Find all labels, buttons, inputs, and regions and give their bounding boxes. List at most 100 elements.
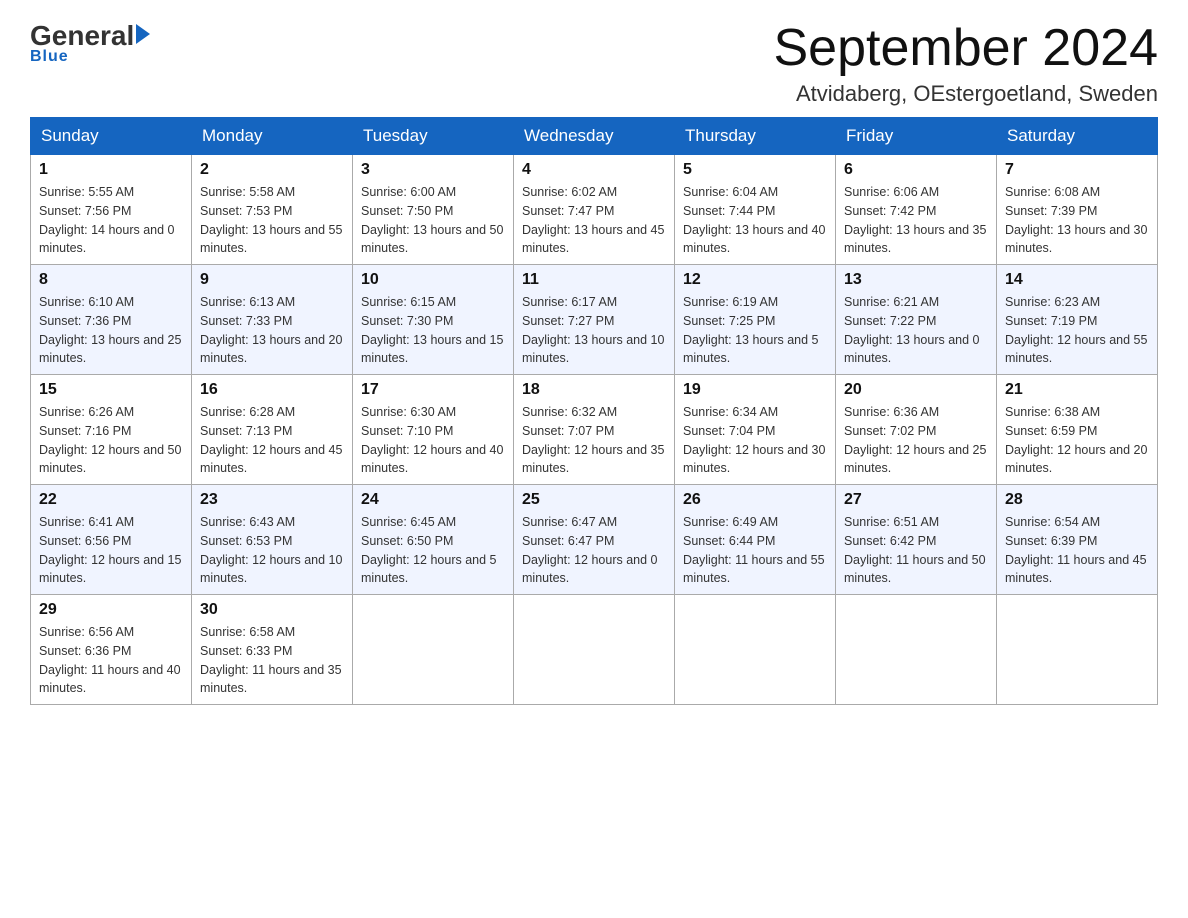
day-info: Sunrise: 6:36 AMSunset: 7:02 PMDaylight:…	[844, 403, 988, 478]
day-number: 20	[844, 381, 988, 399]
calendar-cell: 26Sunrise: 6:49 AMSunset: 6:44 PMDayligh…	[675, 485, 836, 595]
calendar-cell: 15 Sunrise: 6:26 AMSunset: 7:16 PMDayligh…	[31, 375, 192, 485]
day-info: Sunrise: 6:19 AMSunset: 7:25 PMDaylight:…	[683, 293, 827, 368]
calendar-table: Sunday Monday Tuesday Wednesday Thursday…	[30, 117, 1158, 705]
col-friday: Friday	[836, 118, 997, 155]
day-info: Sunrise: 5:58 AMSunset: 7:53 PMDaylight:…	[200, 183, 344, 258]
calendar-cell: 16 Sunrise: 6:28 AMSunset: 7:13 PMDayligh…	[192, 375, 353, 485]
calendar-cell	[353, 595, 514, 705]
day-number: 15	[39, 381, 183, 399]
calendar-cell: 6 Sunrise: 6:06 AMSunset: 7:42 PMDaylight…	[836, 155, 997, 265]
location-title: Atvidaberg, OEstergoetland, Sweden	[774, 81, 1159, 107]
calendar-cell: 2 Sunrise: 5:58 AMSunset: 7:53 PMDaylight…	[192, 155, 353, 265]
week-row-1: 1 Sunrise: 5:55 AMSunset: 7:56 PMDaylight…	[31, 155, 1158, 265]
calendar-cell: 20 Sunrise: 6:36 AMSunset: 7:02 PMDayligh…	[836, 375, 997, 485]
calendar-cell: 8 Sunrise: 6:10 AMSunset: 7:36 PMDaylight…	[31, 265, 192, 375]
calendar-cell: 14Sunrise: 6:23 AMSunset: 7:19 PMDayligh…	[997, 265, 1158, 375]
day-info: Sunrise: 6:32 AMSunset: 7:07 PMDaylight:…	[522, 403, 666, 478]
day-info: Sunrise: 6:00 AMSunset: 7:50 PMDaylight:…	[361, 183, 505, 258]
calendar-cell: 11 Sunrise: 6:17 AMSunset: 7:27 PMDayligh…	[514, 265, 675, 375]
day-info: Sunrise: 6:02 AMSunset: 7:47 PMDaylight:…	[522, 183, 666, 258]
calendar-cell: 27 Sunrise: 6:51 AMSunset: 6:42 PMDayligh…	[836, 485, 997, 595]
calendar-cell: 7Sunrise: 6:08 AMSunset: 7:39 PMDaylight…	[997, 155, 1158, 265]
day-number: 9	[200, 271, 344, 289]
day-info: Sunrise: 6:26 AMSunset: 7:16 PMDaylight:…	[39, 403, 183, 478]
day-number: 7	[1005, 161, 1149, 179]
day-number: 8	[39, 271, 183, 289]
day-info: Sunrise: 6:47 AMSunset: 6:47 PMDaylight:…	[522, 513, 666, 588]
calendar-cell	[675, 595, 836, 705]
day-number: 27	[844, 491, 988, 509]
day-info: Sunrise: 6:17 AMSunset: 7:27 PMDaylight:…	[522, 293, 666, 368]
calendar-cell: 4 Sunrise: 6:02 AMSunset: 7:47 PMDaylight…	[514, 155, 675, 265]
calendar-cell: 13 Sunrise: 6:21 AMSunset: 7:22 PMDayligh…	[836, 265, 997, 375]
day-info: Sunrise: 6:15 AMSunset: 7:30 PMDaylight:…	[361, 293, 505, 368]
day-number: 17	[361, 381, 505, 399]
calendar-cell	[514, 595, 675, 705]
day-number: 10	[361, 271, 505, 289]
day-number: 2	[200, 161, 344, 179]
day-info: Sunrise: 6:30 AMSunset: 7:10 PMDaylight:…	[361, 403, 505, 478]
day-number: 5	[683, 161, 827, 179]
day-number: 19	[683, 381, 827, 399]
calendar-cell: 30Sunrise: 6:58 AMSunset: 6:33 PMDayligh…	[192, 595, 353, 705]
col-saturday: Saturday	[997, 118, 1158, 155]
calendar-cell: 10 Sunrise: 6:15 AMSunset: 7:30 PMDayligh…	[353, 265, 514, 375]
day-info: Sunrise: 5:55 AMSunset: 7:56 PMDaylight:…	[39, 183, 183, 258]
day-number: 29	[39, 601, 183, 619]
day-number: 30	[200, 601, 344, 619]
logo-triangle-icon	[136, 24, 150, 44]
week-row-3: 15 Sunrise: 6:26 AMSunset: 7:16 PMDayligh…	[31, 375, 1158, 485]
days-of-week-row: Sunday Monday Tuesday Wednesday Thursday…	[31, 118, 1158, 155]
col-tuesday: Tuesday	[353, 118, 514, 155]
title-area: September 2024 Atvidaberg, OEstergoetlan…	[774, 20, 1159, 107]
day-number: 18	[522, 381, 666, 399]
day-number: 26	[683, 491, 827, 509]
calendar-cell: 28Sunrise: 6:54 AMSunset: 6:39 PMDayligh…	[997, 485, 1158, 595]
day-info: Sunrise: 6:10 AMSunset: 7:36 PMDaylight:…	[39, 293, 183, 368]
day-number: 6	[844, 161, 988, 179]
day-number: 22	[39, 491, 183, 509]
day-number: 1	[39, 161, 183, 179]
col-thursday: Thursday	[675, 118, 836, 155]
day-info: Sunrise: 6:45 AMSunset: 6:50 PMDaylight:…	[361, 513, 505, 588]
day-number: 11	[522, 271, 666, 289]
day-info: Sunrise: 6:41 AMSunset: 6:56 PMDaylight:…	[39, 513, 183, 588]
day-number: 23	[200, 491, 344, 509]
month-title: September 2024	[774, 20, 1159, 77]
calendar-cell	[836, 595, 997, 705]
day-info: Sunrise: 6:06 AMSunset: 7:42 PMDaylight:…	[844, 183, 988, 258]
day-info: Sunrise: 6:13 AMSunset: 7:33 PMDaylight:…	[200, 293, 344, 368]
day-number: 3	[361, 161, 505, 179]
calendar-cell: 19 Sunrise: 6:34 AMSunset: 7:04 PMDayligh…	[675, 375, 836, 485]
day-number: 4	[522, 161, 666, 179]
day-info: Sunrise: 6:38 AMSunset: 6:59 PMDaylight:…	[1005, 403, 1149, 478]
day-number: 13	[844, 271, 988, 289]
calendar-cell: 29 Sunrise: 6:56 AMSunset: 6:36 PMDayligh…	[31, 595, 192, 705]
day-info: Sunrise: 6:34 AMSunset: 7:04 PMDaylight:…	[683, 403, 827, 478]
calendar-cell: 17 Sunrise: 6:30 AMSunset: 7:10 PMDayligh…	[353, 375, 514, 485]
week-row-5: 29 Sunrise: 6:56 AMSunset: 6:36 PMDayligh…	[31, 595, 1158, 705]
calendar-cell: 25 Sunrise: 6:47 AMSunset: 6:47 PMDayligh…	[514, 485, 675, 595]
day-info: Sunrise: 6:21 AMSunset: 7:22 PMDaylight:…	[844, 293, 988, 368]
calendar-cell: 21Sunrise: 6:38 AMSunset: 6:59 PMDayligh…	[997, 375, 1158, 485]
calendar-cell: 18 Sunrise: 6:32 AMSunset: 7:07 PMDayligh…	[514, 375, 675, 485]
day-info: Sunrise: 6:28 AMSunset: 7:13 PMDaylight:…	[200, 403, 344, 478]
logo-blue-underline: Blue	[30, 48, 69, 66]
calendar-cell: 9 Sunrise: 6:13 AMSunset: 7:33 PMDaylight…	[192, 265, 353, 375]
calendar-cell: 23 Sunrise: 6:43 AMSunset: 6:53 PMDayligh…	[192, 485, 353, 595]
day-number: 16	[200, 381, 344, 399]
day-number: 24	[361, 491, 505, 509]
calendar-cell: 12 Sunrise: 6:19 AMSunset: 7:25 PMDayligh…	[675, 265, 836, 375]
page-header: General Blue September 2024 Atvidaberg, …	[30, 20, 1158, 107]
calendar-cell: 1 Sunrise: 5:55 AMSunset: 7:56 PMDaylight…	[31, 155, 192, 265]
col-wednesday: Wednesday	[514, 118, 675, 155]
day-number: 25	[522, 491, 666, 509]
day-info: Sunrise: 6:04 AMSunset: 7:44 PMDaylight:…	[683, 183, 827, 258]
day-info: Sunrise: 6:54 AMSunset: 6:39 PMDaylight:…	[1005, 513, 1149, 588]
week-row-2: 8 Sunrise: 6:10 AMSunset: 7:36 PMDaylight…	[31, 265, 1158, 375]
day-info: Sunrise: 6:51 AMSunset: 6:42 PMDaylight:…	[844, 513, 988, 588]
day-number: 12	[683, 271, 827, 289]
day-info: Sunrise: 6:56 AMSunset: 6:36 PMDaylight:…	[39, 623, 183, 698]
day-info: Sunrise: 6:43 AMSunset: 6:53 PMDaylight:…	[200, 513, 344, 588]
